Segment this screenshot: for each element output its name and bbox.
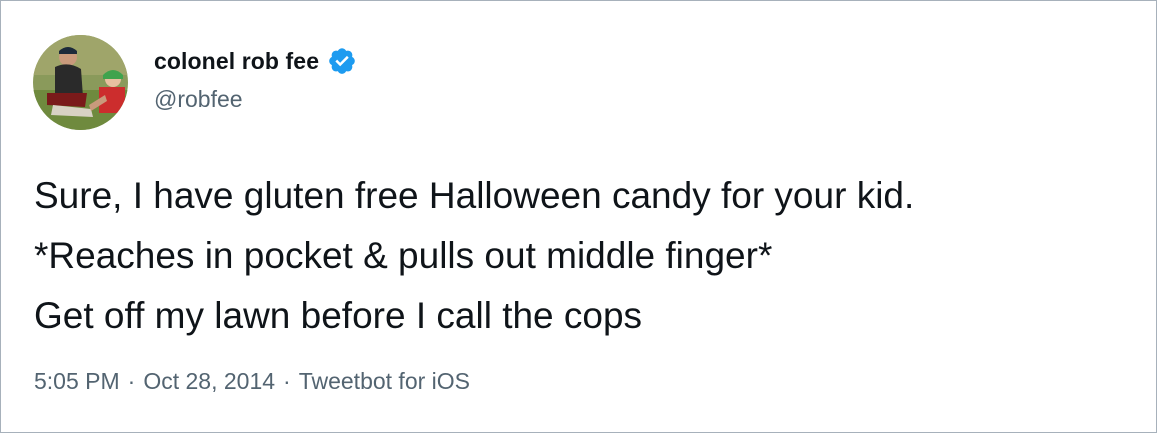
author-handle[interactable]: @robfee	[154, 86, 243, 113]
tweet-card: colonel rob fee @robfee Sure, I have glu…	[0, 0, 1157, 433]
tweet-text-line: Sure, I have gluten free Halloween candy…	[34, 175, 915, 216]
author-name[interactable]: colonel rob fee	[154, 48, 319, 75]
tweet-text: Sure, I have gluten free Halloween candy…	[34, 166, 1144, 346]
tweet-time[interactable]: 5:05 PM	[34, 368, 120, 394]
avatar[interactable]	[33, 35, 128, 130]
meta-separator: ·	[283, 368, 291, 394]
verified-badge-icon	[327, 46, 357, 76]
tweet-text-line: *Reaches in pocket & pulls out middle fi…	[34, 235, 773, 276]
tweet-text-line: Get off my lawn before I call the cops	[34, 295, 643, 336]
tweet-source[interactable]: Tweetbot for iOS	[299, 368, 470, 394]
meta-separator: ·	[127, 368, 136, 394]
tweet-meta: 5:05 PM · Oct 28, 2014 · Tweetbot for iOS	[34, 368, 470, 395]
profile-photo-icon	[33, 35, 128, 130]
author-name-row[interactable]: colonel rob fee	[154, 46, 357, 76]
tweet-date[interactable]: Oct 28, 2014	[143, 368, 275, 394]
